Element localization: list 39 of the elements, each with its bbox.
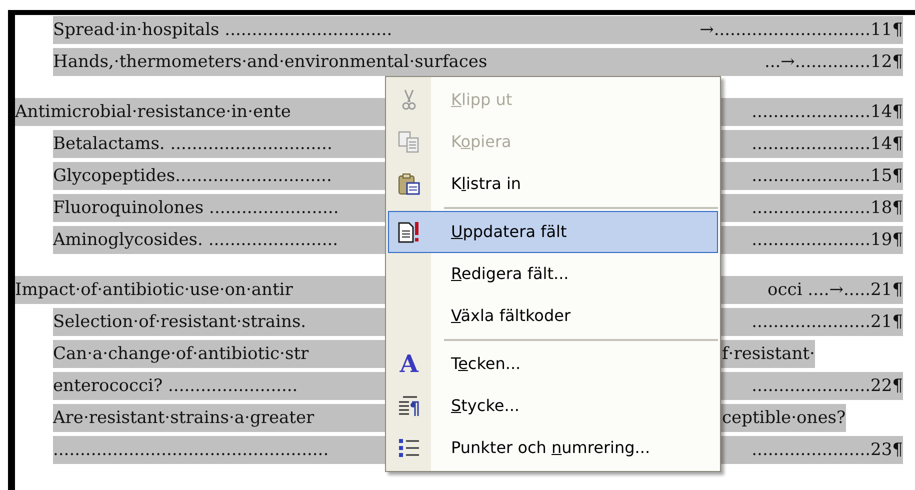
- toc-entry-text: enterococci? ........................: [53, 375, 299, 398]
- menu-item[interactable]: Stycke...: [388, 385, 718, 427]
- paragraph-icon: [397, 394, 421, 418]
- menu-item[interactable]: Klistra in: [388, 163, 718, 205]
- toc-entry-text: Spread·in·hospitals ...............................: [53, 19, 392, 42]
- page-number-leader: ......................18¶: [752, 197, 903, 220]
- copy-icon: [397, 130, 421, 154]
- page-number-leader: ......................14¶: [752, 101, 903, 124]
- toc-entry-text: ceptible·ones?: [722, 407, 846, 430]
- page-number-leader: ......................22¶: [752, 375, 903, 398]
- page-number-leader: ......................23¶: [752, 439, 903, 462]
- menu-item[interactable]: Punkter och numrering...: [388, 427, 718, 469]
- toc-entry-text: f·resistant·: [722, 343, 815, 366]
- document-alert-icon: [397, 220, 421, 244]
- page-number-leader: ...→..............12¶: [764, 51, 903, 74]
- paste-icon: [397, 172, 421, 196]
- page-number-leader: ......................15¶: [752, 165, 903, 188]
- toc-entry-text: Selection·of·resistant·strains.: [53, 311, 308, 334]
- menu-item[interactable]: Redigera fält...: [388, 253, 718, 295]
- toc-entry-text: Aminoglycosides. ........................: [53, 229, 340, 252]
- toc-entry-text: Can·a·change·of·antibiotic·str: [53, 343, 310, 366]
- page-number-leader: →.............................11¶: [700, 19, 903, 42]
- toc-entry-text: Antimicrobial·resistance·in·ente: [15, 101, 292, 124]
- toc-entry-text: ...................................................: [53, 439, 330, 462]
- toc-entry-text: Impact·of·antibiotic·use·on·antir: [15, 279, 294, 302]
- font-icon: A: [400, 352, 418, 376]
- page-number-leader: ......................21¶: [752, 311, 903, 334]
- menu-item[interactable]: Uppdatera fält: [388, 211, 718, 253]
- menu-item[interactable]: Växla fältkoder: [388, 295, 718, 337]
- menu-item[interactable]: A Tecken...: [388, 343, 718, 385]
- toc-entry-text: Betalactams. ..............................: [53, 133, 334, 156]
- bullet-list-icon: [397, 436, 421, 460]
- toc-entry-text: Fluoroquinolones ........................: [53, 197, 340, 220]
- toc-entry-text: Hands,·thermometers·and·environmental·surfaces: [53, 51, 488, 74]
- toc-entry-text: Are·resistant·strains·a·greater: [53, 407, 316, 430]
- page-number-leader: ......................19¶: [752, 229, 903, 252]
- page-number-leader: occi ....→.....21¶: [768, 279, 903, 302]
- toc-entry-text: Glycopeptides.............................: [53, 165, 333, 188]
- page-number-leader: ......................14¶: [752, 133, 903, 156]
